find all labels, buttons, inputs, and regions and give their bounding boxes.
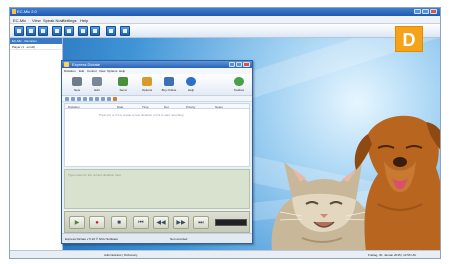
stop-button[interactable]: ■: [111, 216, 127, 229]
app-close-button[interactable]: [243, 62, 250, 67]
dictation-list[interactable]: Press F2 or F4 to create a new dictation…: [64, 109, 250, 167]
ribbon-buy-online-button[interactable]: Buy Online: [158, 76, 180, 95]
fast-forward-button[interactable]: ▶▶: [173, 216, 189, 229]
small-tool-icon[interactable]: [107, 97, 111, 101]
save-icon[interactable]: [26, 26, 36, 36]
empty-list-message: Press F2 or F4 to create a new dictation…: [99, 113, 184, 117]
skip-end-icon: ⏭: [198, 220, 204, 226]
edit-icon: [92, 77, 102, 86]
small-tool-icon[interactable]: [89, 97, 93, 101]
end-button[interactable]: ⏭: [193, 216, 209, 229]
ribbon-edit-button[interactable]: Edit: [86, 76, 108, 95]
main-menu-bar: EC-Mic View Speak Now Settings Help: [10, 16, 440, 24]
dog-image: [354, 115, 440, 252]
status-user: Administrator | Dictionary: [104, 253, 138, 257]
new-document-icon: [72, 77, 82, 86]
notes-area[interactable]: Type notes for the current dictation her…: [64, 169, 250, 209]
menu-speak-now[interactable]: Speak Now: [43, 18, 63, 23]
edit-icon[interactable]: [78, 26, 88, 36]
app-menu-control[interactable]: Control: [87, 69, 97, 73]
app-menu-edit[interactable]: Edit: [79, 69, 84, 73]
ribbon-options-button[interactable]: Options: [136, 76, 158, 95]
rewind-icon: ◀◀: [156, 220, 166, 226]
left-panel: EC-Mic · Recorder Player (1 · enroll): [10, 38, 63, 252]
app-menu-help[interactable]: Help: [119, 69, 125, 73]
fast-forward-icon: ▶▶: [176, 220, 186, 226]
level-meter: [215, 219, 247, 226]
record-button[interactable]: ●: [89, 216, 105, 229]
app-icon: [12, 9, 16, 14]
ribbon-label: Options: [141, 88, 153, 92]
menu-view[interactable]: View: [32, 18, 41, 23]
app-title-bar: Express Dictate: [62, 61, 252, 68]
menu-settings[interactable]: Settings: [62, 18, 76, 23]
ribbon-send-button[interactable]: Send: [112, 76, 134, 95]
send-icon: [118, 77, 128, 86]
small-tool-icon[interactable]: [113, 97, 117, 101]
play-icon: ▶: [74, 220, 80, 226]
recording-status: Not recorded: [170, 237, 188, 241]
start-button[interactable]: ⏮: [133, 216, 149, 229]
skip-start-icon: ⏮: [138, 220, 144, 226]
express-dictate-window: Express Dictate Dictation Edit Control V…: [61, 60, 253, 244]
ribbon-label: Toolbox: [233, 88, 245, 92]
app-maximize-button[interactable]: [236, 62, 242, 67]
app-title: Express Dictate: [72, 62, 101, 67]
app-menu-options[interactable]: Options: [107, 69, 117, 73]
app-minimize-button[interactable]: [229, 62, 235, 67]
settings-icon[interactable]: [90, 26, 100, 36]
maximize-button[interactable]: [422, 9, 429, 14]
menu-help[interactable]: Help: [80, 18, 88, 23]
app-version: Express Dictate v 5.10 © NCH Software: [65, 237, 119, 241]
close-icon[interactable]: [120, 26, 130, 36]
ribbon-label: New: [73, 88, 80, 92]
list-icon[interactable]: [64, 26, 74, 36]
document-icon[interactable]: [106, 26, 116, 36]
app-menu-view[interactable]: View: [99, 69, 105, 73]
ribbon-label: Help: [187, 88, 195, 92]
app-ribbon: New Edit Send Options Buy Online Help To…: [62, 74, 252, 96]
app-icon: [64, 62, 69, 67]
menu-ecmic[interactable]: EC-Mic: [13, 18, 26, 23]
small-tool-icon[interactable]: [101, 97, 105, 101]
rewind-button[interactable]: ◀◀: [153, 216, 169, 229]
small-tool-icon[interactable]: [71, 97, 75, 101]
stop-icon: ■: [117, 220, 121, 226]
open-icon[interactable]: [38, 26, 48, 36]
transport-controls: ▶ ● ■ ⏮ ◀◀ ▶▶ ⏭: [64, 211, 250, 233]
options-icon: [142, 77, 152, 86]
main-status-bar: Administrator | Dictionary Freitag, 30. …: [10, 250, 440, 258]
app-status-bar: Express Dictate v 5.10 © NCH Software No…: [62, 233, 252, 243]
window-title: EC-Mic 2.0: [17, 9, 37, 14]
small-tool-icon[interactable]: [95, 97, 99, 101]
record-icon[interactable]: [14, 26, 24, 36]
app-menu-dictation[interactable]: Dictation: [64, 69, 76, 73]
play-button[interactable]: ▶: [69, 216, 85, 229]
main-toolbar: [10, 24, 440, 38]
minimize-button[interactable]: [414, 9, 421, 14]
close-button[interactable]: [430, 9, 437, 14]
small-tool-icon[interactable]: [83, 97, 87, 101]
small-tool-icon[interactable]: [65, 97, 69, 101]
left-panel-row[interactable]: Player (1 · enroll): [10, 44, 62, 50]
app-small-toolbar: [62, 96, 252, 102]
record-icon: ●: [95, 220, 99, 226]
toolbox-icon: [234, 77, 244, 86]
cart-icon: [164, 77, 174, 86]
ribbon-label: Send: [119, 88, 127, 92]
main-title-bar: EC-Mic 2.0: [10, 8, 440, 16]
help-icon: [186, 77, 196, 86]
letter-badge: D: [395, 26, 423, 52]
search-icon[interactable]: [52, 26, 62, 36]
ribbon-new-button[interactable]: New: [66, 76, 88, 95]
notes-placeholder: Type notes for the current dictation her…: [68, 173, 122, 177]
status-datetime: Freitag, 30. Januar 2015 | 13:56 Uhr: [368, 253, 417, 257]
ribbon-toolbox-button[interactable]: Toolbox: [228, 76, 250, 95]
small-tool-icon[interactable]: [77, 97, 81, 101]
ribbon-label: Buy Online: [161, 88, 177, 92]
ribbon-help-button[interactable]: Help: [180, 76, 202, 95]
ribbon-label: Edit: [94, 88, 100, 92]
